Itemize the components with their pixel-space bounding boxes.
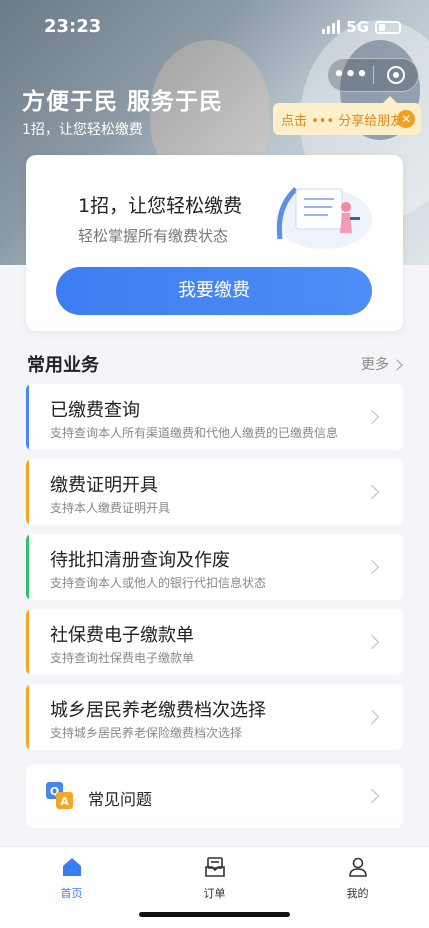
- section-title: 常用业务: [27, 355, 99, 376]
- pay-card-subheading: 轻松掌握所有缴费状态: [78, 227, 229, 245]
- service-accent-bar: [26, 534, 29, 600]
- service-title: 城乡居民养老缴费档次选择: [50, 700, 266, 721]
- chevron-right-icon: [364, 409, 380, 425]
- share-tip: 点击 ••• 分享给朋友 ✕: [273, 96, 421, 135]
- service-desc: 支持查询本人或他人的银行代扣信息状态: [50, 576, 267, 590]
- service-item-pending-deduction[interactable]: 待批扣清册查询及作废 支持查询本人或他人的银行代扣信息状态: [26, 534, 403, 600]
- network-label: 5G: [346, 18, 369, 36]
- hero-title: 方便于民 服务于民: [22, 89, 224, 115]
- service-item-pension-level[interactable]: 城乡居民养老缴费档次选择 支持城乡居民养老保险缴费档次选择: [26, 684, 403, 750]
- chevron-right-icon: [364, 484, 380, 500]
- service-accent-bar: [26, 459, 29, 525]
- service-title: 缴费证明开具: [50, 475, 158, 496]
- service-accent-bar: [26, 384, 29, 450]
- status-indicators: 5G: [322, 18, 401, 36]
- service-desc: 支持查询社保费电子缴款单: [50, 651, 195, 665]
- profile-icon: [348, 857, 367, 877]
- tab-profile[interactable]: 我的: [286, 847, 429, 901]
- share-tip-text: 点击 ••• 分享给朋友: [281, 113, 404, 129]
- tab-home[interactable]: 首页: [0, 847, 143, 901]
- chevron-right-icon: [364, 709, 380, 725]
- pay-card-heading: 1招，让您轻松缴费: [78, 195, 243, 217]
- payment-illustration-icon: [276, 187, 372, 249]
- close-miniprogram-button[interactable]: [374, 66, 418, 84]
- service-title: 已缴费查询: [50, 400, 140, 421]
- service-title: 待批扣清册查询及作废: [50, 550, 230, 571]
- order-icon: [204, 857, 225, 877]
- tab-label: 订单: [203, 887, 226, 900]
- home-icon: [62, 858, 81, 876]
- close-icon[interactable]: ✕: [397, 110, 415, 128]
- chevron-right-icon: [364, 788, 380, 804]
- battery-icon: [375, 20, 401, 34]
- home-indicator: [139, 912, 290, 917]
- tab-label: 我的: [346, 887, 369, 900]
- faq-item[interactable]: Q A 常见问题: [26, 764, 403, 828]
- pay-button[interactable]: 我要缴费: [56, 267, 372, 315]
- status-time: 23:23: [44, 16, 102, 37]
- service-item-paid-query[interactable]: 已缴费查询 支持查询本人所有渠道缴费和代他人缴费的已缴费信息: [26, 384, 403, 450]
- hero-subtitle: 1招，让您轻松缴费: [22, 122, 143, 138]
- signal-icon: [322, 20, 341, 34]
- faq-label: 常见问题: [88, 790, 153, 809]
- miniprogram-capsule: •••: [327, 58, 419, 92]
- service-item-payment-certificate[interactable]: 缴费证明开具 支持本人缴费证明开具: [26, 459, 403, 525]
- service-desc: 支持查询本人所有渠道缴费和代他人缴费的已缴费信息: [50, 426, 339, 440]
- pay-card: 1招，让您轻松缴费 轻松掌握所有缴费状态 我要缴费: [26, 155, 403, 331]
- chevron-right-icon: [391, 359, 403, 371]
- service-accent-bar: [26, 684, 29, 750]
- more-menu-icon[interactable]: •••: [328, 58, 373, 92]
- service-title: 社保费电子缴款单: [50, 625, 194, 646]
- chevron-right-icon: [364, 634, 380, 650]
- tab-label: 首页: [60, 887, 83, 900]
- service-desc: 支持本人缴费证明开具: [50, 501, 171, 515]
- service-desc: 支持城乡居民养老保险缴费档次选择: [50, 726, 243, 740]
- service-item-social-insurance-bill[interactable]: 社保费电子缴款单 支持查询社保费电子缴款单: [26, 609, 403, 675]
- more-link-label: 更多: [361, 357, 389, 373]
- more-link[interactable]: 更多: [361, 354, 403, 374]
- target-icon: [386, 66, 405, 84]
- service-accent-bar: [26, 609, 29, 675]
- chevron-right-icon: [364, 559, 380, 575]
- status-bar: 23:23 5G: [0, 0, 429, 56]
- svg-text:A: A: [60, 795, 69, 808]
- tab-orders[interactable]: 订单: [143, 847, 286, 901]
- qa-icon: Q A: [46, 782, 73, 809]
